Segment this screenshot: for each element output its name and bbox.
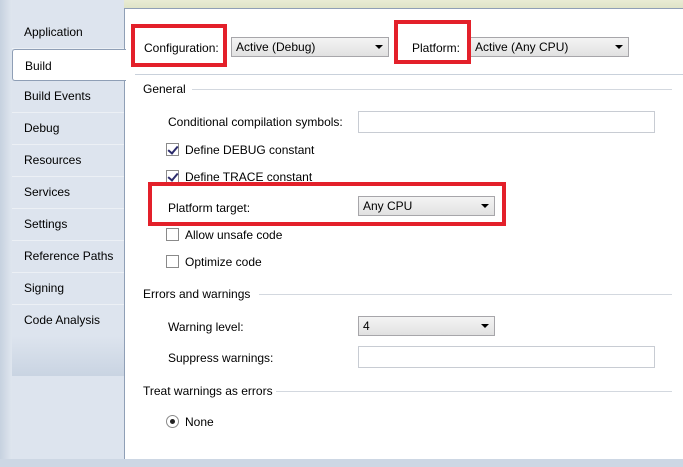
define-debug-checkbox[interactable] xyxy=(166,143,179,156)
tab-application[interactable]: Application xyxy=(12,16,124,48)
sidebar: Application Build Build Events Debug Res… xyxy=(0,0,126,467)
tab-build-events[interactable]: Build Events xyxy=(12,80,124,112)
section-line xyxy=(276,391,672,392)
platform-target-dropdown[interactable]: Any CPU xyxy=(358,196,495,216)
checkmark-icon xyxy=(167,170,179,182)
configuration-dropdown[interactable]: Active (Debug) xyxy=(231,37,389,57)
bottom-strip xyxy=(0,459,683,467)
radio-dot-icon xyxy=(170,419,175,424)
platform-dropdown[interactable]: Active (Any CPU) xyxy=(470,37,629,57)
tab-signing[interactable]: Signing xyxy=(12,272,124,304)
tab-resources[interactable]: Resources xyxy=(12,144,124,176)
conditional-symbols-input[interactable] xyxy=(358,111,655,133)
warning-level-value: 4 xyxy=(363,319,370,333)
top-band xyxy=(124,0,683,8)
configuration-label: Configuration: xyxy=(144,41,219,55)
define-trace-label: Define TRACE constant xyxy=(185,170,313,184)
warning-level-label: Warning level: xyxy=(168,320,244,334)
define-trace-checkbox[interactable] xyxy=(166,170,179,183)
tab-services[interactable]: Services xyxy=(12,176,124,208)
conditional-symbols-label: Conditional compilation symbols: xyxy=(168,115,343,129)
platform-target-label: Platform target: xyxy=(168,201,251,215)
tab-settings[interactable]: Settings xyxy=(12,208,124,240)
tab-reference-paths[interactable]: Reference Paths xyxy=(12,240,124,272)
optimize-code-label: Optimize code xyxy=(185,255,262,269)
platform-label: Platform: xyxy=(412,41,461,55)
chevron-down-icon xyxy=(481,324,489,328)
warning-level-dropdown[interactable]: 4 xyxy=(358,316,495,336)
build-page: Configuration: Active (Debug) Platform: … xyxy=(124,8,683,459)
checkmark-icon xyxy=(167,143,179,155)
configuration-value: Active (Debug) xyxy=(236,40,316,54)
sidebar-tail xyxy=(12,336,124,376)
none-label: None xyxy=(185,415,214,429)
none-radio[interactable] xyxy=(166,415,179,428)
suppress-warnings-input[interactable] xyxy=(358,346,655,368)
chevron-down-icon xyxy=(615,45,623,49)
define-debug-label: Define DEBUG constant xyxy=(185,143,315,157)
section-general-title: General xyxy=(143,82,186,96)
tab-code-analysis[interactable]: Code Analysis xyxy=(12,304,124,336)
suppress-warnings-label: Suppress warnings: xyxy=(168,351,274,365)
optimize-code-checkbox[interactable] xyxy=(166,255,179,268)
tab-debug[interactable]: Debug xyxy=(12,112,124,144)
chevron-down-icon xyxy=(481,204,489,208)
sidebar-strip xyxy=(0,0,12,467)
allow-unsafe-label: Allow unsafe code xyxy=(185,228,283,242)
section-line xyxy=(259,294,672,295)
header-separator xyxy=(135,74,683,75)
section-treat-warnings-title: Treat warnings as errors xyxy=(143,384,273,398)
chevron-down-icon xyxy=(375,45,383,49)
allow-unsafe-checkbox[interactable] xyxy=(166,228,179,241)
platform-value: Active (Any CPU) xyxy=(475,40,569,54)
section-errors-title: Errors and warnings xyxy=(143,287,251,301)
platform-target-value: Any CPU xyxy=(363,199,413,213)
tab-build[interactable]: Build xyxy=(12,49,126,81)
section-line xyxy=(192,89,672,90)
